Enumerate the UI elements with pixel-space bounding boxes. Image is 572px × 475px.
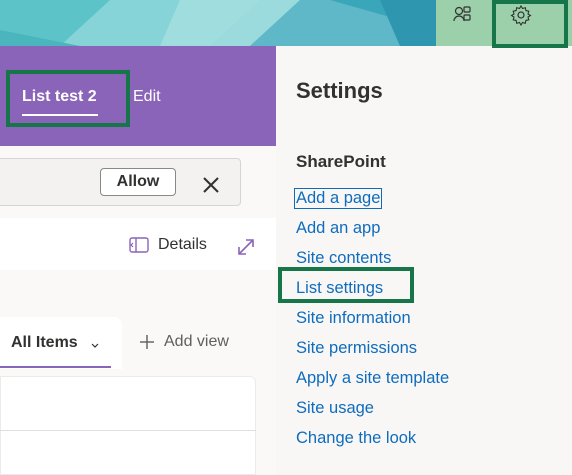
add-an-app-link[interactable]: Add an app xyxy=(296,219,380,238)
site-usage-link[interactable]: Site usage xyxy=(296,399,374,418)
list-row-divider xyxy=(0,430,256,431)
details-button[interactable]: Details xyxy=(128,236,207,254)
allow-button[interactable]: Allow xyxy=(100,168,176,196)
add-view-button[interactable]: Add view xyxy=(138,333,229,351)
details-pane-icon xyxy=(129,237,149,253)
header-icon-area xyxy=(436,0,572,46)
change-the-look-link[interactable]: Change the look xyxy=(296,429,416,448)
share-icon[interactable] xyxy=(452,4,482,34)
add-view-label: Add view xyxy=(164,333,229,350)
list-view-card xyxy=(0,376,256,475)
list-title-underline xyxy=(22,114,98,116)
list-settings-link[interactable]: List settings xyxy=(296,279,383,298)
tab-all-items-label: All Items xyxy=(11,334,78,351)
site-contents-link[interactable]: Site contents xyxy=(296,249,391,268)
chevron-down-icon[interactable] xyxy=(90,338,100,348)
tab-selected-indicator xyxy=(0,366,111,368)
edit-link[interactable]: Edit xyxy=(133,88,161,106)
site-permissions-link[interactable]: Site permissions xyxy=(296,339,417,358)
add-a-page-link[interactable]: Add a page xyxy=(293,188,383,209)
gear-icon[interactable] xyxy=(510,4,540,34)
plus-icon xyxy=(140,335,154,349)
list-title-tab[interactable]: List test 2 xyxy=(22,88,97,106)
sharepoint-window: List test 2 Edit Allow Details All Items xyxy=(0,0,572,475)
apply-site-template-link[interactable]: Apply a site template xyxy=(296,369,449,388)
details-label: Details xyxy=(158,236,207,253)
site-information-link[interactable]: Site information xyxy=(296,309,411,328)
sharepoint-section-heading: SharePoint xyxy=(296,152,386,171)
settings-panel-title: Settings xyxy=(296,78,383,103)
suite-header xyxy=(0,0,572,46)
expand-icon[interactable] xyxy=(235,236,257,258)
close-icon[interactable] xyxy=(200,174,222,196)
